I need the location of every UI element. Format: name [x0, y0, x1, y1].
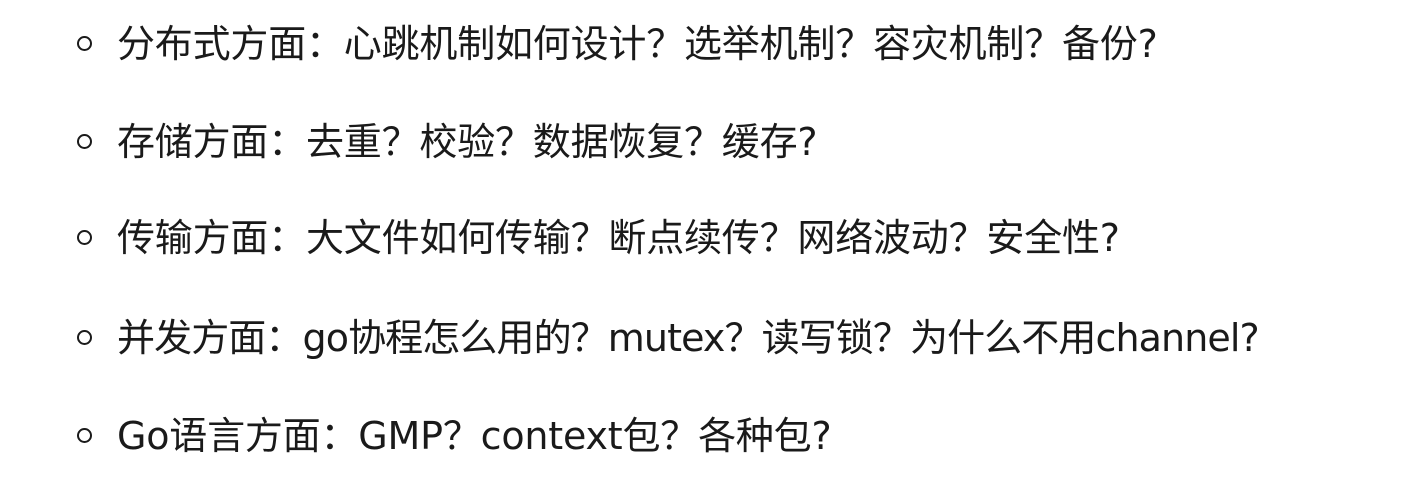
list-item-distributed: 分布式方面：心跳机制如何设计？选举机制？容灾机制？备份? — [0, 14, 1410, 74]
list-item-text: 并发方面：go协程怎么用的？mutex？读写锁？为什么不用channel? — [117, 316, 1260, 360]
list-item-go-language: Go语言方面：GMP？context包？各种包? — [0, 406, 1410, 466]
hollow-circle-bullet-icon — [77, 230, 92, 245]
list-item-text: 存储方面：去重？校验？数据恢复？缓存? — [117, 120, 818, 164]
list-item-concurrency: 并发方面：go协程怎么用的？mutex？读写锁？为什么不用channel? — [0, 308, 1410, 368]
hollow-circle-bullet-icon — [77, 330, 92, 345]
list-item-text: Go语言方面：GMP？context包？各种包? — [117, 414, 832, 458]
list-item-storage: 存储方面：去重？校验？数据恢复？缓存? — [0, 112, 1410, 172]
hollow-circle-bullet-icon — [77, 134, 92, 149]
list-item-transfer: 传输方面：大文件如何传输？断点续传？网络波动？安全性? — [0, 208, 1410, 268]
list-item-text: 传输方面：大文件如何传输？断点续传？网络波动？安全性? — [117, 216, 1120, 260]
hollow-circle-bullet-icon — [77, 428, 92, 443]
list-item-text: 分布式方面：心跳机制如何设计？选举机制？容灾机制？备份? — [117, 22, 1158, 66]
hollow-circle-bullet-icon — [77, 36, 92, 51]
